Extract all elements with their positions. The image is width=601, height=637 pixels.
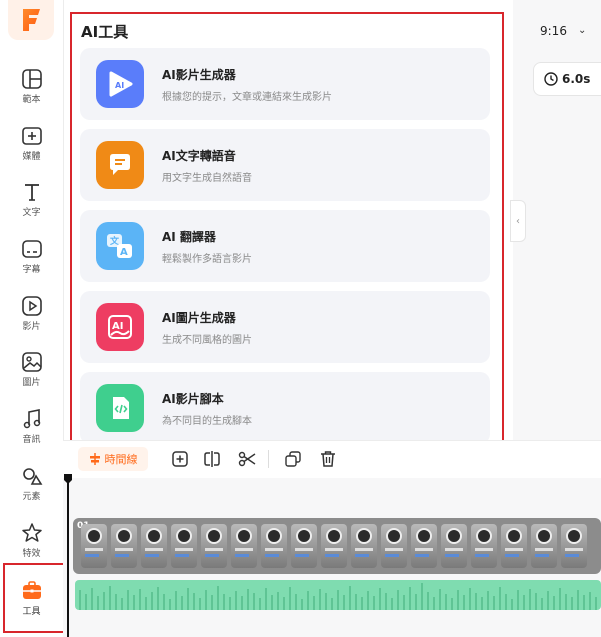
sidebar-item-label: 特效 — [22, 549, 41, 559]
clip-thumbnail — [261, 524, 287, 568]
card-title: AI影片生成器 — [162, 68, 236, 82]
clip-thumbnail — [201, 524, 227, 568]
sidebar-item-tools[interactable]: 工具 — [0, 572, 63, 624]
toolbar-divider — [268, 450, 269, 468]
card-ai-text-to-speech[interactable]: AI文字轉語音 用文字生成自然語音 — [80, 129, 490, 201]
clip-thumbnail — [171, 524, 197, 568]
chevron-left-icon: ‹ — [516, 215, 520, 227]
card-title: AI圖片生成器 — [162, 311, 236, 325]
translate-icon: 文A — [96, 222, 144, 270]
timeline-icon — [89, 453, 100, 465]
card-subtitle: 用文字生成自然語音 — [162, 173, 252, 184]
sidebar-item-label: 字幕 — [22, 265, 41, 275]
clip-thumbnail — [501, 524, 527, 568]
timeline-button[interactable]: 時間線 — [78, 447, 148, 471]
ai-image-icon: AI — [96, 303, 144, 351]
subtitle-icon — [21, 240, 42, 258]
clip-thumbnail — [291, 524, 317, 568]
clip-thumbnail — [411, 524, 437, 568]
clip-thumbnail — [381, 524, 407, 568]
aspect-ratio-selector[interactable]: 9:16 — [540, 24, 567, 38]
trash-icon — [321, 451, 335, 467]
sidebar-item-label: 音訊 — [22, 435, 41, 445]
sidebar-item-template[interactable]: 範本 — [0, 60, 63, 112]
sidebar-item-label: 範本 — [22, 95, 41, 105]
duration-badge[interactable]: 6.0s — [533, 62, 601, 96]
duplicate-icon — [285, 451, 301, 467]
speech-bubble-icon — [96, 141, 144, 189]
timeline-button-label: 時間線 — [104, 453, 138, 466]
music-icon — [23, 409, 40, 429]
sidebar-item-elements[interactable]: 元素 — [0, 457, 63, 509]
sidebar-item-audio[interactable]: 音訊 — [0, 400, 63, 452]
card-subtitle: 生成不同風格的圖片 — [162, 335, 252, 346]
scissors-icon — [238, 451, 256, 467]
clip-thumbnail — [321, 524, 347, 568]
svg-text:AI: AI — [115, 81, 124, 90]
media-add-icon — [21, 127, 42, 145]
panel-title: AI工具 — [81, 23, 129, 41]
sidebar-item-label: 媒體 — [22, 152, 41, 162]
video-icon — [21, 296, 42, 316]
effects-icon — [21, 523, 42, 542]
sidebar-item-subtitle[interactable]: 字幕 — [0, 230, 63, 282]
clip-thumbnail — [561, 524, 587, 568]
split-button[interactable] — [202, 449, 222, 469]
clip-thumbnail — [231, 524, 257, 568]
clip-thumbnail — [111, 524, 137, 568]
elements-icon — [22, 468, 42, 485]
sidebar-item-media[interactable]: 媒體 — [0, 117, 63, 169]
card-title: AI 翻譯器 — [162, 230, 216, 244]
script-code-icon — [96, 384, 144, 432]
sidebar-item-image[interactable]: 圖片 — [0, 343, 63, 395]
toolbox-icon — [22, 581, 41, 599]
card-ai-image-generator[interactable]: AI AI圖片生成器 生成不同風格的圖片 — [80, 291, 490, 363]
collapse-panel-button[interactable]: ‹ — [510, 200, 526, 242]
clip-thumbnail — [531, 524, 557, 568]
cut-button[interactable] — [237, 449, 257, 469]
clip-thumbnail — [441, 524, 467, 568]
duplicate-button[interactable] — [283, 449, 303, 469]
sidebar-item-text[interactable]: 文字 — [0, 173, 63, 225]
card-ai-translator[interactable]: 文A AI 翻譯器 輕鬆製作多語言影片 — [80, 210, 490, 282]
card-ai-video-script[interactable]: AI影片腳本 為不同目的生成腳本 — [80, 372, 490, 444]
chevron-down-icon[interactable]: ⌄ — [578, 25, 586, 36]
clip-thumbnail — [81, 524, 107, 568]
template-icon — [21, 69, 42, 89]
playhead[interactable] — [67, 474, 69, 637]
sidebar-item-label: 工具 — [22, 607, 41, 617]
duration-value: 6.0s — [562, 72, 591, 86]
card-subtitle: 根據您的提示，文章或連結來生成影片 — [162, 92, 332, 103]
card-ai-video-generator[interactable]: AI AI影片生成器 根據您的提示，文章或連結來生成影片 — [80, 48, 490, 120]
sidebar-item-label: 元素 — [22, 492, 41, 502]
svg-text:A: A — [120, 247, 128, 258]
video-clip-track[interactable]: 01 — [73, 518, 601, 574]
text-icon — [24, 184, 39, 201]
clock-icon — [544, 72, 558, 86]
clip-thumbnail — [141, 524, 167, 568]
clip-thumbnail — [351, 524, 377, 568]
add-clip-button[interactable] — [170, 449, 190, 469]
card-subtitle: 輕鬆製作多語言影片 — [162, 254, 252, 265]
split-icon — [204, 451, 220, 467]
sidebar-item-video[interactable]: 影片 — [0, 287, 63, 339]
sidebar-item-label: 文字 — [22, 208, 41, 218]
card-title: AI文字轉語音 — [162, 149, 236, 163]
delete-button[interactable] — [318, 449, 338, 469]
add-square-icon — [172, 451, 188, 467]
audio-track[interactable] — [75, 580, 601, 610]
card-subtitle: 為不同目的生成腳本 — [162, 416, 252, 427]
audio-waveform — [79, 583, 597, 610]
svg-text:AI: AI — [112, 321, 123, 332]
sidebar-item-label: 圖片 — [22, 378, 41, 388]
sidebar-item-label: 影片 — [22, 322, 41, 332]
image-icon — [21, 352, 42, 372]
clip-thumbnail — [471, 524, 497, 568]
flexclip-logo-icon — [23, 9, 40, 31]
sidebar-item-effects[interactable]: 特效 — [0, 514, 63, 566]
app-logo[interactable] — [8, 0, 54, 40]
ai-video-icon: AI — [96, 60, 144, 108]
card-title: AI影片腳本 — [162, 392, 224, 406]
